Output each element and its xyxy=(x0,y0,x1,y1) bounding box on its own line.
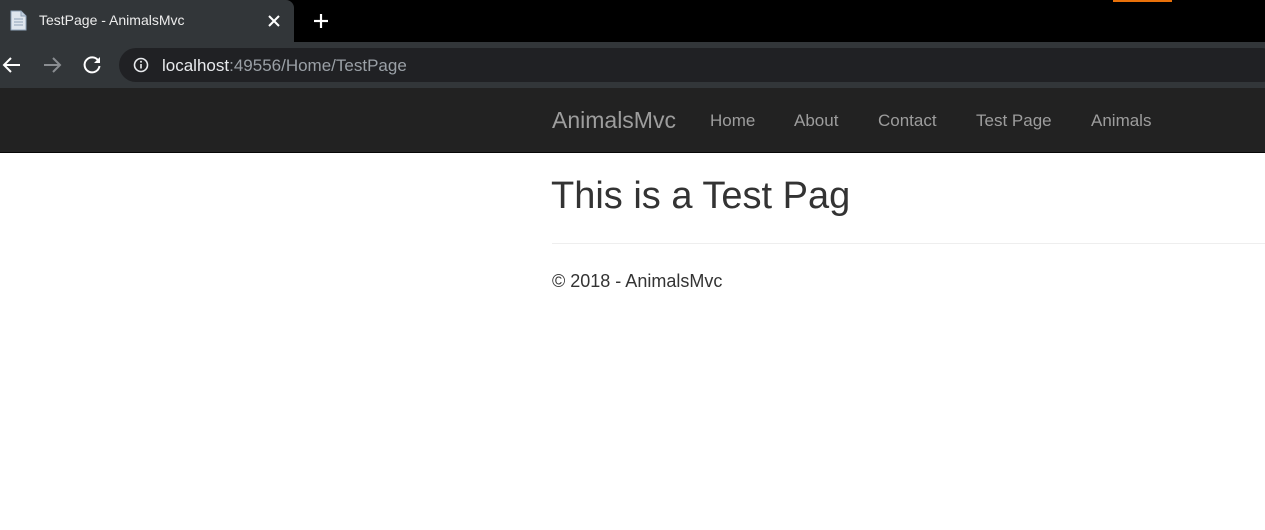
footer-divider xyxy=(552,243,1265,244)
page-title: This is a Test Pag xyxy=(551,175,851,217)
nav-link-animals[interactable]: Animals xyxy=(1091,111,1151,131)
url-text: localhost:49556/Home/TestPage xyxy=(162,56,407,76)
footer-copyright: © 2018 - AnimalsMvc xyxy=(552,271,723,291)
close-icon[interactable] xyxy=(266,13,282,29)
window-accent xyxy=(1113,0,1172,2)
browser-tab[interactable]: TestPage - AnimalsMvc xyxy=(0,0,294,42)
url-path: :49556/Home/TestPage xyxy=(229,56,407,75)
nav-link-contact[interactable]: Contact xyxy=(878,111,937,131)
site-navbar: AnimalsMvc Home About Contact Test Page … xyxy=(0,88,1265,153)
arrow-left-icon[interactable] xyxy=(0,53,24,77)
reload-icon[interactable] xyxy=(80,53,104,77)
brand-link[interactable]: AnimalsMvc xyxy=(552,107,676,134)
document-icon xyxy=(10,10,27,31)
plus-icon[interactable] xyxy=(311,11,331,31)
browser-toolbar: localhost:49556/Home/TestPage xyxy=(0,42,1265,88)
address-bar[interactable]: localhost:49556/Home/TestPage xyxy=(119,48,1265,82)
nav-link-home[interactable]: Home xyxy=(710,111,755,131)
tab-title: TestPage - AnimalsMvc xyxy=(39,12,185,28)
nav-link-test-page[interactable]: Test Page xyxy=(976,111,1052,131)
nav-link-about[interactable]: About xyxy=(794,111,838,131)
info-circle-icon[interactable] xyxy=(133,57,149,73)
arrow-right-icon[interactable] xyxy=(40,53,64,77)
url-host: localhost xyxy=(162,56,230,75)
browser-tab-strip: TestPage - AnimalsMvc xyxy=(0,0,1265,42)
